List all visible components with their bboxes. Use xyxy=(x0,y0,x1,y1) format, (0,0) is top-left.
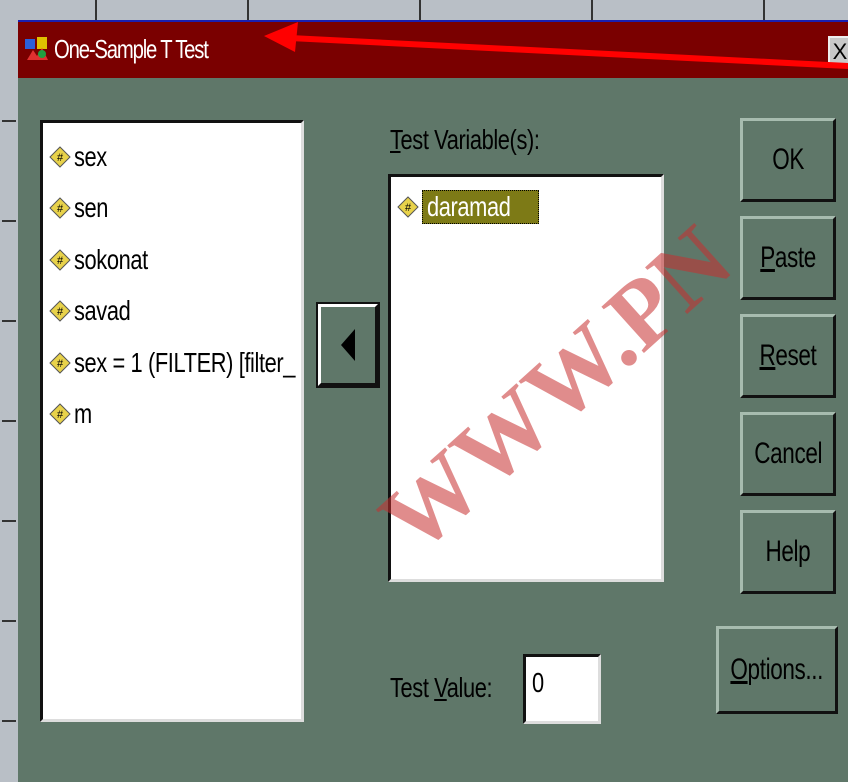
data-editor-header xyxy=(0,0,848,20)
one-sample-t-test-dialog: One-Sample T Test X # sex # sen # sokona… xyxy=(18,22,848,782)
title-bar[interactable]: One-Sample T Test X xyxy=(18,22,848,78)
svg-text:#: # xyxy=(57,203,64,215)
list-item[interactable]: # daramad xyxy=(397,187,540,227)
test-variables-label-text: est Variable(s): xyxy=(400,124,540,155)
test-value-input[interactable]: 0 xyxy=(523,654,601,724)
svg-text:#: # xyxy=(405,202,412,214)
variable-label: sen xyxy=(74,192,109,223)
list-item[interactable]: # sex xyxy=(49,137,116,177)
variable-label: m xyxy=(74,398,92,429)
test-value-label-text-a: Test xyxy=(390,672,435,703)
left-arrow-icon xyxy=(341,329,355,361)
list-item[interactable]: # m xyxy=(49,394,97,434)
dialog-title: One-Sample T Test xyxy=(54,34,209,64)
ok-button[interactable]: OK xyxy=(740,118,836,202)
test-value-text: 0 xyxy=(532,667,544,698)
list-item[interactable]: # sokonat xyxy=(49,240,169,280)
test-variables-label: Test Variable(s): xyxy=(390,124,540,156)
test-variables-list[interactable]: # daramad xyxy=(388,174,664,582)
variable-label: sex xyxy=(74,141,107,172)
data-editor-row-strip xyxy=(0,20,18,782)
svg-text:#: # xyxy=(57,255,64,267)
close-button[interactable]: X xyxy=(828,36,848,66)
cancel-label: Cancel xyxy=(754,437,822,470)
numeric-variable-icon: # xyxy=(397,196,419,218)
numeric-variable-icon: # xyxy=(49,300,71,322)
svg-text:#: # xyxy=(57,306,64,318)
move-variable-button[interactable] xyxy=(316,302,380,388)
cancel-button[interactable]: Cancel xyxy=(740,412,836,496)
source-variable-list[interactable]: # sex # sen # sokonat # savad # sex = 1 … xyxy=(40,120,304,722)
svg-text:#: # xyxy=(57,358,64,370)
help-button[interactable]: Help xyxy=(740,510,836,594)
ok-label: OK xyxy=(772,143,804,176)
test-value-label: Test Value: xyxy=(390,672,493,704)
reset-button[interactable]: Reset xyxy=(740,314,836,398)
options-button[interactable]: Options... xyxy=(716,626,838,714)
variable-label: sex = 1 (FILTER) [filter_ xyxy=(74,347,296,378)
numeric-variable-icon: # xyxy=(49,197,71,219)
options-label: Options... xyxy=(730,653,824,686)
paste-label: Paste xyxy=(760,241,816,274)
help-label: Help xyxy=(765,535,811,568)
variable-label: daramad xyxy=(427,191,511,222)
list-item[interactable]: # sen xyxy=(49,188,118,228)
test-value-mnemonic: V xyxy=(434,672,447,703)
reset-label: Reset xyxy=(759,339,817,372)
list-item[interactable]: # sex = 1 (FILTER) [filter_ xyxy=(49,343,357,383)
test-variables-mnemonic: T xyxy=(390,124,401,155)
variable-label: sokonat xyxy=(74,244,148,275)
selected-variable: daramad xyxy=(422,190,540,224)
paste-button[interactable]: Paste xyxy=(740,216,836,300)
svg-text:#: # xyxy=(57,409,64,421)
variable-label: savad xyxy=(74,295,131,326)
list-item[interactable]: # savad xyxy=(49,291,146,331)
svg-text:#: # xyxy=(57,152,64,164)
numeric-variable-icon: # xyxy=(49,146,71,168)
test-value-label-text-b: alue: xyxy=(446,672,493,703)
numeric-variable-icon: # xyxy=(49,403,71,425)
numeric-variable-icon: # xyxy=(49,352,71,374)
spss-app-icon xyxy=(25,37,48,60)
numeric-variable-icon: # xyxy=(49,249,71,271)
